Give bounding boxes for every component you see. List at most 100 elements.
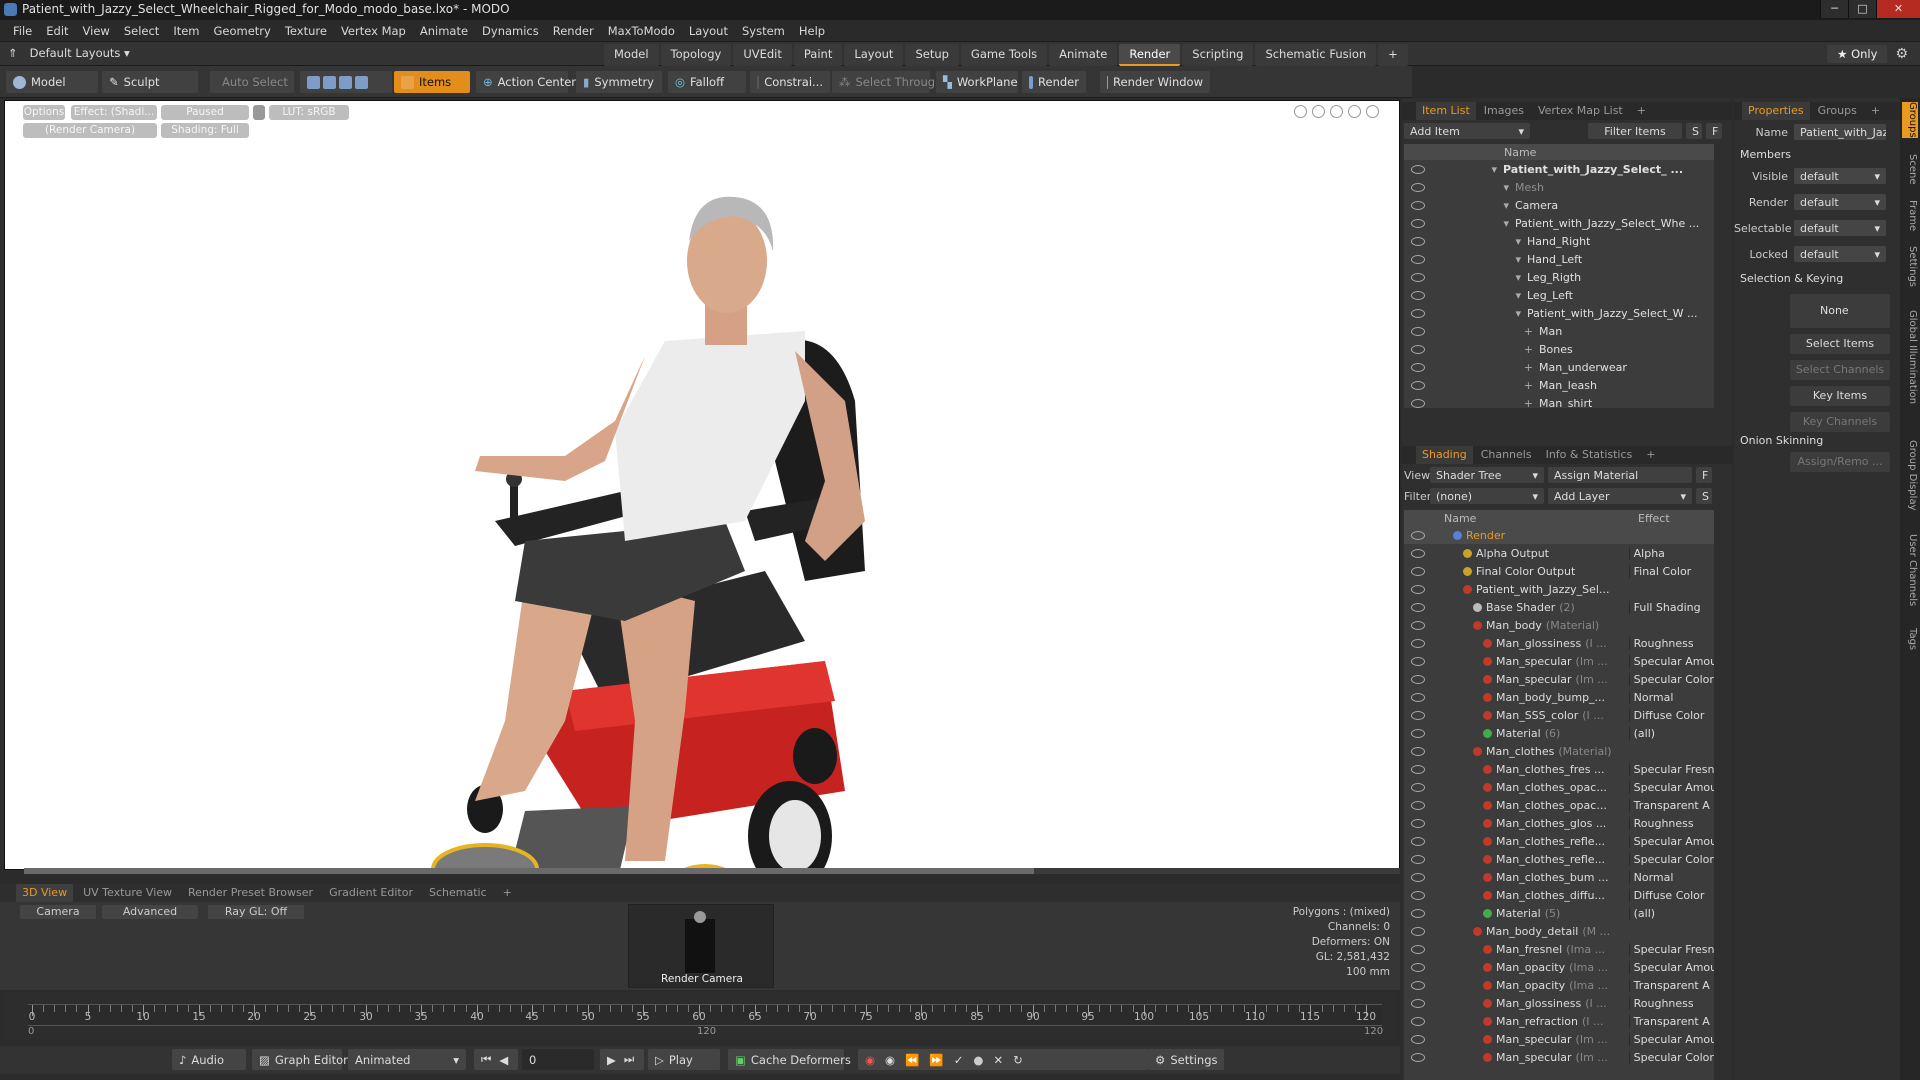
selectable-dropdown[interactable]: default ▾ [1794, 220, 1886, 236]
polygons-mode-icon[interactable] [339, 75, 352, 89]
cache-deformers-button[interactable]: ▣ Cache Deformers [728, 1049, 851, 1070]
bottom-tab-3d-view[interactable]: 3D View [16, 884, 74, 902]
falloff-button[interactable]: ◎ Falloff [668, 71, 746, 93]
shader-layer-effect[interactable]: Normal [1628, 690, 1714, 704]
item-s-button[interactable]: S [1686, 123, 1702, 139]
layout-tab-animate[interactable]: Animate [1049, 44, 1118, 66]
item-list-row[interactable]: ▾ Patient_with_Jazzy_Select_ ... [1404, 160, 1714, 178]
menu-dynamics[interactable]: Dynamics [475, 24, 546, 38]
visibility-eye-icon[interactable] [1411, 980, 1425, 990]
item-list-row[interactable]: + Man_underwear [1404, 358, 1714, 376]
raygl-button[interactable]: Ray GL: Off [208, 905, 304, 919]
shader-layer-effect[interactable]: Specular Amou ... [1628, 1032, 1714, 1046]
menu-edit[interactable]: Edit [39, 24, 75, 38]
side-tab-group-display[interactable]: Group Display [1902, 440, 1918, 510]
onion-skinning-section[interactable]: Onion Skinning [1740, 434, 1823, 447]
shader-tree-row[interactable]: Man_body_detail (M ... [1404, 922, 1714, 940]
shader-tree-row[interactable]: Man_opacity(Ima ... Specular Amou ... [1404, 958, 1714, 976]
visibility-eye-icon[interactable] [1411, 362, 1425, 372]
shader-layer-effect[interactable]: Alpha [1628, 546, 1714, 560]
visibility-eye-icon[interactable] [1411, 800, 1425, 810]
expand-toggle-icon[interactable]: ▾ [1473, 289, 1527, 302]
layout-tab-topology[interactable]: Topology [660, 44, 732, 66]
shading-tab--[interactable]: + [1640, 446, 1661, 464]
graph-editor-button[interactable]: ▨ Graph Editor [252, 1049, 348, 1070]
side-tab-user-channels[interactable]: User Channels [1902, 534, 1918, 606]
key-remove-icon[interactable]: ✕ [993, 1053, 1003, 1067]
shader-tree-row[interactable]: Man_opacity(Ima ... Transparent A ... [1404, 976, 1714, 994]
locked-dropdown[interactable]: default ▾ [1794, 246, 1886, 262]
minimize-button[interactable]: ─ [1820, 0, 1848, 18]
visibility-eye-icon[interactable] [1411, 764, 1425, 774]
key-add-icon[interactable]: ✓ [954, 1053, 964, 1067]
select-through-button[interactable]: ⁂ Select Through [832, 71, 942, 93]
shader-tree-row[interactable]: Man_specular (Im ... Specular Color [1404, 670, 1714, 688]
visibility-eye-icon[interactable] [1411, 200, 1425, 210]
timeline[interactable]: 0 5 10 15 20 25 30 35 40 45 50 55 60 65 70 75 80 85 90 95 10… [4, 992, 1396, 1040]
visibility-eye-icon[interactable] [1411, 890, 1425, 900]
side-tab-global-illumination[interactable]: Global Illumination [1902, 310, 1918, 404]
shader-tree-row[interactable]: Man_clothes_opac... Specular Amou ... [1404, 778, 1714, 796]
constraints-button[interactable]: Constrai... [750, 71, 830, 93]
bottom-tab--[interactable]: + [497, 884, 518, 902]
visibility-eye-icon[interactable] [1411, 308, 1425, 318]
shader-tree-row[interactable]: Final Color Output Final Color [1404, 562, 1714, 580]
shader-tree-row[interactable]: Man_body (Material) [1404, 616, 1714, 634]
edges-mode-icon[interactable] [323, 75, 336, 89]
frame-input[interactable]: 0 [522, 1049, 594, 1070]
gear-icon[interactable]: ⚙ [1895, 46, 1908, 62]
shader-layer-effect[interactable]: (all) [1628, 726, 1714, 740]
visibility-eye-icon[interactable] [1411, 656, 1425, 666]
visibility-eye-icon[interactable] [1411, 380, 1425, 390]
menu-render[interactable]: Render [546, 24, 601, 38]
visibility-eye-icon[interactable] [1411, 782, 1425, 792]
add-item-dropdown[interactable]: Add Item ▾ [1404, 123, 1530, 139]
layout-tab-schematic-fusion[interactable]: Schematic Fusion [1255, 44, 1377, 66]
shading-s-button[interactable]: S [1696, 488, 1712, 504]
visibility-eye-icon[interactable] [1411, 182, 1425, 192]
shader-tree-row[interactable]: Man_glossiness (I ... Roughness [1404, 994, 1714, 1012]
item-list-tab-vertex-map-list[interactable]: Vertex Map List [1532, 102, 1629, 120]
shader-layer-effect[interactable]: Specular Color [1628, 1050, 1714, 1064]
layout-tab-paint[interactable]: Paint [793, 44, 843, 66]
menu-select[interactable]: Select [117, 24, 166, 38]
materials-mode-icon[interactable] [355, 75, 368, 89]
layout-tab-setup[interactable]: Setup [905, 44, 959, 66]
menu-view[interactable]: View [76, 24, 117, 38]
visibility-eye-icon[interactable] [1411, 944, 1425, 954]
shader-tree-row[interactable]: Man_clothes_fres ... Specular Fresnel [1404, 760, 1714, 778]
next-frame-icon[interactable]: ▶ [607, 1053, 616, 1067]
menu-help[interactable]: Help [792, 24, 832, 38]
visibility-eye-icon[interactable] [1411, 1034, 1425, 1044]
visibility-eye-icon[interactable] [1411, 746, 1425, 756]
prev-frame-icon[interactable]: ◀ [499, 1053, 508, 1067]
vertices-mode-icon[interactable] [307, 75, 320, 89]
model-mode-button[interactable]: Model [6, 71, 98, 93]
viewport-scroll-thumb[interactable] [24, 868, 1034, 874]
visibility-eye-icon[interactable] [1411, 926, 1425, 936]
add-layer-dropdown[interactable]: Add Layer ▾ [1548, 488, 1692, 504]
shader-tree-row[interactable]: Man_glossiness (I ... Roughness [1404, 634, 1714, 652]
shader-layer-effect[interactable]: Transparent A ... [1628, 798, 1714, 812]
menu-item[interactable]: Item [166, 24, 206, 38]
expand-toggle-icon[interactable]: ▾ [1473, 307, 1527, 320]
visibility-eye-icon[interactable] [1411, 584, 1425, 594]
shader-tree-row[interactable]: Man_clothes_refle... Specular Color [1404, 850, 1714, 868]
viewport-scrollbar[interactable] [24, 868, 1400, 874]
expand-toggle-icon[interactable]: ▾ [1473, 253, 1527, 266]
expand-toggle-icon[interactable]: + [1473, 361, 1539, 374]
item-list-row[interactable]: ▾ Mesh [1404, 178, 1714, 196]
properties-tab-groups[interactable]: Groups [1812, 102, 1863, 120]
visibility-eye-icon[interactable] [1411, 602, 1425, 612]
layout-tab-game-tools[interactable]: Game Tools [960, 44, 1048, 66]
item-f-button[interactable]: F [1706, 123, 1722, 139]
menu-layout[interactable]: Layout [682, 24, 735, 38]
visibility-eye-icon[interactable] [1411, 692, 1425, 702]
layout-tab-model[interactable]: Model [604, 44, 659, 66]
shader-tree-row[interactable]: Man_specular (Im ... Specular Color [1404, 1048, 1714, 1066]
render-dropdown[interactable]: default ▾ [1794, 194, 1886, 210]
expand-toggle-icon[interactable]: ▾ [1473, 271, 1527, 284]
item-list-row[interactable]: ▾ Leg_Rigth [1404, 268, 1714, 286]
visible-dropdown[interactable]: default ▾ [1794, 168, 1886, 184]
item-list-row[interactable]: ▾ Camera [1404, 196, 1714, 214]
